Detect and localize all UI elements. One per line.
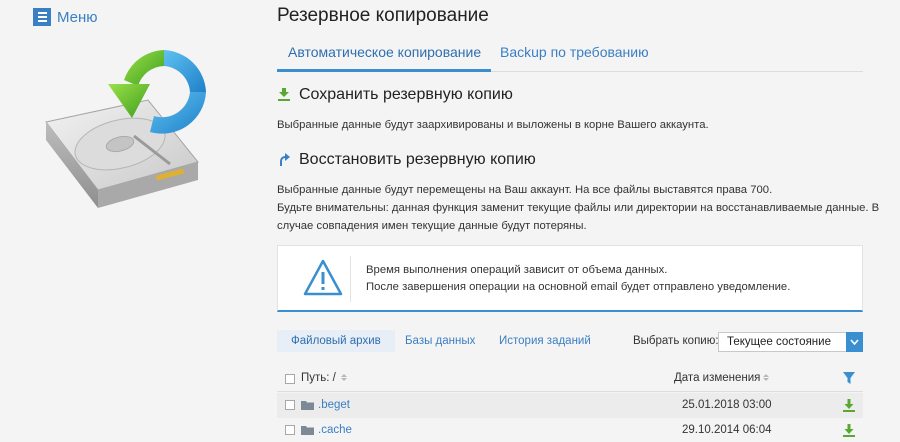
- tab-automatic-backup[interactable]: Автоматическое копирование: [288, 44, 481, 60]
- row-checkbox[interactable]: [285, 425, 295, 435]
- notice-text: Время выполнения операций зависит от объ…: [366, 262, 790, 296]
- table-row[interactable]: .cache 29.10.2014 06:04: [277, 418, 863, 442]
- notice-line: После завершения операции на основной em…: [366, 281, 791, 293]
- notice-line: Время выполнения операций зависит от объ…: [366, 264, 668, 276]
- restore-backup-description: Выбранные данные будут перемещены на Ваш…: [277, 181, 879, 235]
- save-backup-title: Сохранить резервную копию: [299, 86, 513, 103]
- chevron-down-icon[interactable]: [846, 332, 863, 352]
- select-all-checkbox[interactable]: [285, 374, 295, 384]
- subtab-databases[interactable]: Базы данных: [405, 330, 475, 352]
- restore-icon: [280, 153, 290, 166]
- save-backup-heading[interactable]: Сохранить резервную копию: [277, 86, 513, 104]
- filter-icon[interactable]: [843, 372, 855, 385]
- download-icon[interactable]: [843, 399, 855, 412]
- tab-bar: Автоматическое копирование Backup по тре…: [277, 36, 863, 72]
- subtab-task-history[interactable]: История заданий: [499, 330, 591, 352]
- file-date: 29.10.2014 06:04: [682, 424, 772, 436]
- tab-on-demand-backup[interactable]: Backup по требованию: [500, 44, 649, 60]
- select-copy-label: Выбрать копию:: [633, 335, 719, 347]
- select-copy-dropdown[interactable]: Текущее состояние: [718, 332, 863, 352]
- warning-icon: [303, 259, 343, 296]
- sort-icon[interactable]: [341, 374, 347, 381]
- subtab-file-archive[interactable]: Файловый архив: [277, 330, 395, 352]
- restore-text-line: Выбранные данные будут перемещены на Ваш…: [277, 184, 773, 196]
- info-notice: Время выполнения операций зависит от объ…: [277, 245, 863, 312]
- table-header: Путь: / Дата изменения: [277, 366, 863, 392]
- hamburger-icon: [33, 8, 51, 26]
- save-backup-description: Выбранные данные будут заархивированы и …: [277, 119, 709, 131]
- sort-icon[interactable]: [763, 374, 769, 381]
- page-title: Резервное копирование: [277, 5, 489, 26]
- menu-label: Меню: [57, 8, 98, 26]
- menu-button[interactable]: Меню: [33, 8, 98, 26]
- download-icon: [278, 88, 290, 101]
- table-row[interactable]: .beget 25.01.2018 03:00: [277, 393, 863, 418]
- column-path[interactable]: Путь: /: [301, 372, 336, 384]
- row-checkbox[interactable]: [285, 400, 295, 410]
- restore-text-line: Будьте внимательны: данная функция замен…: [277, 202, 880, 214]
- download-icon[interactable]: [843, 424, 855, 437]
- column-date-modified[interactable]: Дата изменения: [674, 372, 760, 384]
- restore-text-line: случае совпадения имен текущие данные бу…: [277, 220, 587, 232]
- folder-icon: [301, 426, 314, 435]
- active-tab-indicator: [277, 69, 491, 72]
- select-copy-value: Текущее состояние: [727, 336, 831, 348]
- backup-drive-illustration: [45, 50, 206, 208]
- file-date: 25.01.2018 03:00: [682, 399, 772, 411]
- file-name[interactable]: .cache: [318, 424, 352, 436]
- file-name[interactable]: .beget: [318, 399, 350, 411]
- notice-divider: [350, 256, 351, 302]
- restore-backup-heading[interactable]: Восстановить резервную копию: [277, 151, 536, 169]
- restore-backup-title: Восстановить резервную копию: [299, 151, 536, 168]
- folder-icon: [301, 401, 314, 410]
